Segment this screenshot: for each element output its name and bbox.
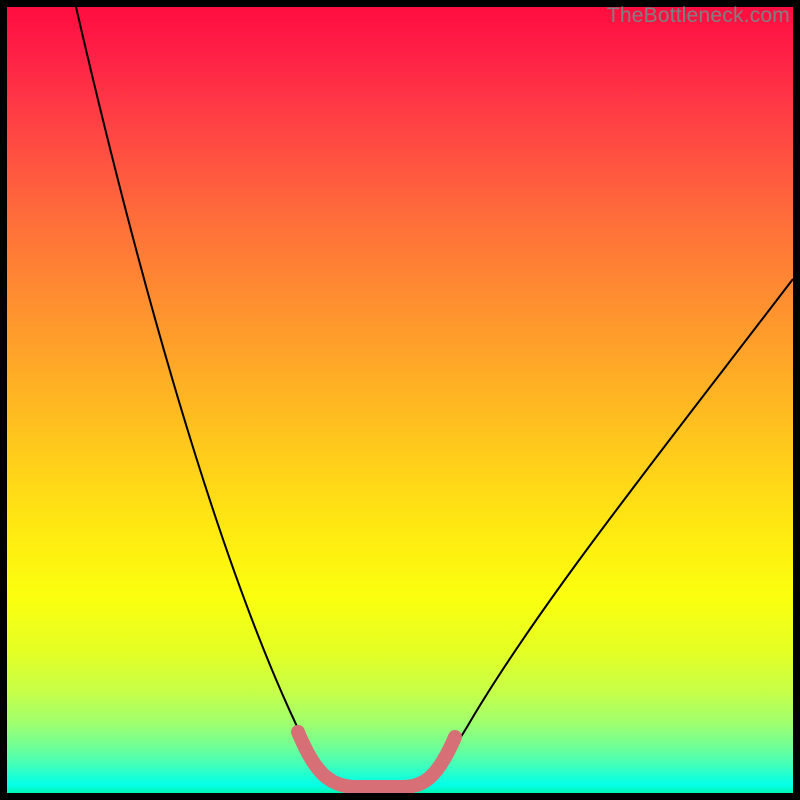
black-curve [76,7,793,787]
watermark-text: TheBottleneck.com [607,4,790,28]
pink-min-curve [298,732,455,787]
chart-frame: TheBottleneck.com [0,0,800,800]
curve-layer [7,7,793,793]
plot-area [7,7,793,793]
